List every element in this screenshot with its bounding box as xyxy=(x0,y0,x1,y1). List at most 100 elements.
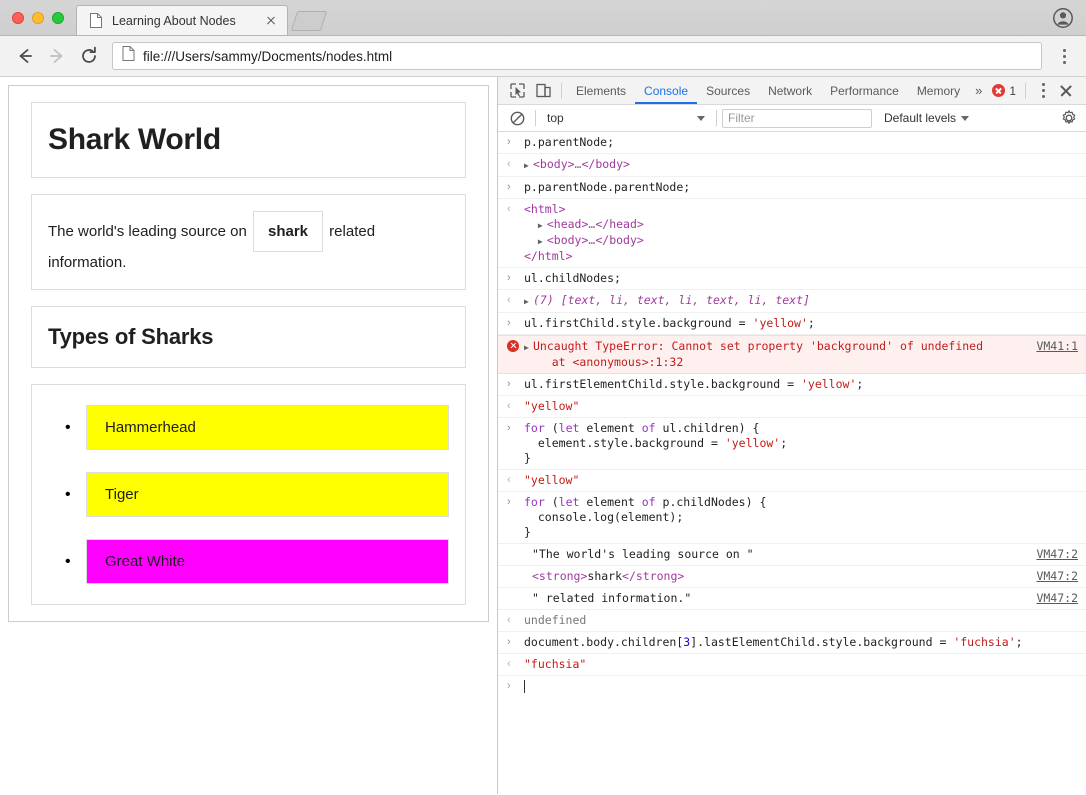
paragraph-block: The world's leading source on shark rela… xyxy=(31,194,466,290)
console-message-text: ul.firstChild.style.background = 'yellow… xyxy=(524,316,815,330)
result-arrow-icon: ‹ xyxy=(507,473,511,488)
device-toolbar-icon[interactable] xyxy=(530,79,556,103)
prompt-arrow-icon: › xyxy=(507,135,511,150)
error-icon xyxy=(992,84,1005,97)
address-bar-url: file:///Users/sammy/Docments/nodes.html xyxy=(143,49,392,64)
console-message-output: ‹ (7) [text, li, text, li, text, li, text… xyxy=(498,290,1086,313)
console-message-text: document.body.children[3].lastElementChi… xyxy=(524,635,1023,649)
list-item: Hammerhead xyxy=(86,405,449,450)
gear-icon[interactable] xyxy=(1058,107,1080,129)
tab-elements[interactable]: Elements xyxy=(567,77,635,104)
prompt-arrow-icon: › xyxy=(507,679,511,694)
filter-divider-2 xyxy=(716,110,717,126)
window-controls xyxy=(0,12,64,35)
error-badge[interactable]: 1 xyxy=(988,84,1020,98)
forward-button[interactable] xyxy=(42,41,72,71)
console-message-text: <strong>shark</strong> xyxy=(532,569,684,583)
list-block: Hammerhead Tiger Great White xyxy=(31,384,466,605)
inspect-element-icon[interactable] xyxy=(504,79,530,103)
list-item-label: Hammerhead xyxy=(105,419,196,436)
console-message-output: ‹ undefined xyxy=(498,610,1086,632)
prompt-arrow-icon: › xyxy=(507,377,511,392)
source-link[interactable]: VM47:2 xyxy=(1036,547,1078,562)
console-message-input: ›document.body.children[3].lastElementCh… xyxy=(498,632,1086,654)
tab-console[interactable]: Console xyxy=(635,77,697,104)
console-message-text: <body>…</body> xyxy=(524,157,630,171)
console-message-text: p.parentNode; xyxy=(524,135,614,149)
console-message-text: "yellow" xyxy=(524,399,579,413)
browser-menu-button[interactable] xyxy=(1052,42,1076,70)
tab-strip: Learning About Nodes xyxy=(0,0,1086,36)
page-body: Shark World The world's leading source o… xyxy=(8,85,489,622)
maximize-window-button[interactable] xyxy=(52,12,64,24)
console-message-output: ‹"fuchsia" xyxy=(498,654,1086,676)
log-levels-value: Default levels xyxy=(884,111,956,125)
prompt-arrow-icon: › xyxy=(507,316,511,331)
console-message-text: "fuchsia" xyxy=(524,657,586,671)
list-item: Tiger xyxy=(86,472,449,517)
subheading-block: Types of Sharks xyxy=(31,306,466,368)
tab-performance[interactable]: Performance xyxy=(821,77,908,104)
filter-input[interactable] xyxy=(722,109,872,128)
strong-shark: shark xyxy=(253,211,323,252)
content-area: Shark World The world's leading source o… xyxy=(0,77,1086,794)
console-message-input: ›ul.firstElementChild.style.background =… xyxy=(498,374,1086,396)
console-message-output: ‹<html> <head>…</head> <body>…</body> </… xyxy=(498,199,1086,268)
console-message-log: "The world's leading source on " VM47:2 xyxy=(498,544,1086,566)
console-message-input: › p.parentNode.parentNode; xyxy=(498,177,1086,199)
prompt-arrow-icon: › xyxy=(507,421,511,436)
new-tab-button[interactable] xyxy=(291,11,327,31)
minimize-window-button[interactable] xyxy=(32,12,44,24)
close-devtools-button[interactable] xyxy=(1055,80,1077,102)
tab-title: Learning About Nodes xyxy=(112,14,263,28)
tab-network[interactable]: Network xyxy=(759,77,821,104)
source-link[interactable]: VM41:1 xyxy=(1036,339,1078,354)
console-message-text: "yellow" xyxy=(524,473,579,487)
error-icon xyxy=(507,339,519,356)
paragraph-lead-text: The world's leading source on xyxy=(48,223,251,240)
execution-context-select[interactable]: top xyxy=(541,111,711,125)
devtools-panel: Elements Console Sources Network Perform… xyxy=(498,77,1086,794)
page-info-icon xyxy=(122,46,135,66)
console-output[interactable]: › p.parentNode; ‹ <body>…</body> › p.parentNo… xyxy=(498,132,1086,794)
error-count: 1 xyxy=(1009,84,1016,98)
console-prompt[interactable]: › xyxy=(498,676,1086,699)
execution-context-value: top xyxy=(547,111,564,125)
console-message-text: undefined xyxy=(524,613,586,627)
source-link[interactable]: VM47:2 xyxy=(1036,569,1078,584)
reload-button[interactable] xyxy=(74,41,104,71)
console-message-input: ›ul.childNodes; xyxy=(498,268,1086,290)
log-levels-select[interactable]: Default levels xyxy=(884,111,969,125)
prompt-arrow-icon: › xyxy=(507,180,511,195)
intro-paragraph: The world's leading source on shark rela… xyxy=(32,195,465,289)
console-message-text: <html> <head>…</head> <body>…</body> </h… xyxy=(524,202,644,263)
console-message-text: (7) [text, li, text, li, text, li, text] xyxy=(524,293,810,307)
back-button[interactable] xyxy=(10,41,40,71)
filter-divider-1 xyxy=(535,110,536,126)
devtools-tabbar: Elements Console Sources Network Perform… xyxy=(498,77,1086,105)
console-message-input: › for (let element of ul.children) { elem… xyxy=(498,418,1086,470)
console-message-input: ›for (let element of p.childNodes) { con… xyxy=(498,492,1086,544)
list-item-label: Tiger xyxy=(105,486,139,503)
result-arrow-icon: ‹ xyxy=(507,293,511,308)
console-message-text: for (let element of ul.children) { eleme… xyxy=(524,421,787,465)
more-tabs-button[interactable]: » xyxy=(969,83,988,98)
list-item: Great White xyxy=(86,539,449,584)
tab-memory[interactable]: Memory xyxy=(908,77,969,104)
result-arrow-icon: ‹ xyxy=(507,613,511,628)
console-message-text: p.parentNode.parentNode; xyxy=(524,180,690,194)
list-item-label: Great White xyxy=(105,553,185,570)
browser-window: Learning About Nodes xyxy=(0,0,1086,795)
clear-console-icon[interactable] xyxy=(504,106,530,130)
console-message-text: for (let element of p.childNodes) { cons… xyxy=(524,495,766,539)
close-tab-button[interactable] xyxy=(263,13,279,29)
devtools-menu-button[interactable] xyxy=(1031,77,1055,105)
console-message-text: "The world's leading source on " xyxy=(532,547,754,561)
console-filter-bar: top Default levels xyxy=(498,105,1086,132)
source-link[interactable]: VM47:2 xyxy=(1036,591,1078,606)
browser-tab[interactable]: Learning About Nodes xyxy=(76,5,288,35)
profile-avatar[interactable] xyxy=(1052,7,1074,29)
tab-sources[interactable]: Sources xyxy=(697,77,759,104)
address-bar[interactable]: file:///Users/sammy/Docments/nodes.html xyxy=(112,42,1042,70)
close-window-button[interactable] xyxy=(12,12,24,24)
